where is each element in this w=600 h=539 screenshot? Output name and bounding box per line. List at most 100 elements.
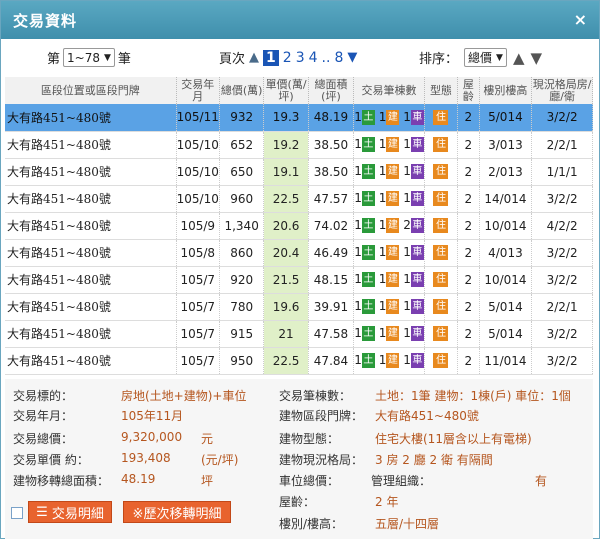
table-row[interactable]: 大有路451~480號 105/7 915 21 47.58 1 土 1建 1 車住 2 5/01… <box>5 320 593 348</box>
cell-type: 住 <box>424 239 459 267</box>
cell-floor: 5/014 <box>479 104 533 132</box>
page-1[interactable]: 1 <box>263 49 279 66</box>
table-row[interactable]: 大有路451~480號 105/10 652 19.2 38.50 1 土 1建 1車住23… <box>5 131 593 159</box>
window-title: 交易資料 <box>13 11 78 30</box>
building-badge: 建 <box>386 299 400 314</box>
table-row[interactable]: 大有路451~480號 105/10 960 22.5 47.57 1 土 1建 1車住21… <box>5 185 593 213</box>
cell-total-area: 48.15 <box>308 266 355 294</box>
sort-select[interactable]: 總價 ▼ <box>464 48 507 67</box>
page-8[interactable]: 8 <box>334 50 343 66</box>
cell-type: 住 <box>424 347 459 375</box>
cell-type: 住 <box>424 293 459 321</box>
cell-year-month: 105/10 <box>176 158 220 186</box>
history-transfer-button[interactable]: ※歷次移轉明細 <box>123 501 231 523</box>
cell-unit-price: 20.4 <box>263 239 309 267</box>
car-count: 1 <box>403 164 411 178</box>
page-2[interactable]: 2 <box>283 50 292 66</box>
close-icon[interactable]: × <box>574 10 587 29</box>
cell-layout: 3/2/2 <box>531 104 593 132</box>
cell-year-month: 105/7 <box>176 320 220 348</box>
col-count[interactable]: 交易筆棟數 <box>353 77 425 104</box>
addr-value: 大有路451~480號 <box>375 409 479 423</box>
table-row[interactable]: 大有路451~480號 105/10 650 19.1 38.50 1 土 1建 1車住22… <box>5 158 593 186</box>
car-badge: 車 <box>410 109 424 125</box>
table-row[interactable]: 大有路451~480號 105/8 860 20.4 46.49 1 土 1建 1 車住 2 4/… <box>5 239 593 267</box>
residential-badge: 住 <box>433 218 449 233</box>
sort-asc-icon[interactable]: ▲ <box>513 49 525 67</box>
building-badge: 建 <box>386 164 400 179</box>
cell-type: 住 <box>424 185 459 213</box>
cell-age: 2 <box>457 185 480 213</box>
cell-age: 2 <box>457 131 480 159</box>
land-count: 1 <box>354 137 362 151</box>
cell-layout: 2/2/1 <box>531 293 593 321</box>
age-label: 屋齡： <box>279 495 316 509</box>
car-count: 1 <box>403 191 411 205</box>
cell-total-price: 652 <box>219 131 265 159</box>
chevron-down-icon: ▼ <box>103 52 111 63</box>
car-count: 2 <box>403 218 411 232</box>
car-count: 1 <box>403 299 411 313</box>
cell-total-area: 39.91 <box>308 293 355 321</box>
layout-value: 3 房 2 廳 2 衛 有隔間 <box>375 453 493 467</box>
col-year-month[interactable]: 交易年月 <box>176 77 220 104</box>
age-value: 2 年 <box>375 495 399 509</box>
land-count: 1 <box>354 326 362 340</box>
col-age[interactable]: 屋齡 <box>457 77 480 104</box>
table-row[interactable]: 大有路451~480號 105/11 932 19.3 48.19 1 土 1建 1車住25… <box>5 104 593 132</box>
table-row[interactable]: 大有路451~480號 105/9 1,340 20.6 74.02 1 土 1建 2車住2… <box>5 212 593 240</box>
cell-total-area: 74.02 <box>308 212 355 240</box>
land-count: 1 <box>354 272 362 286</box>
building-count: 1 <box>378 191 387 205</box>
residential-badge: 住 <box>433 191 449 206</box>
type-label: 建物型態： <box>279 432 340 446</box>
col-layout[interactable]: 現況格局房/廳/衛 <box>531 77 593 104</box>
count-value: 土地：1筆 建物：1棟(戶) 車位：1個 <box>375 389 571 403</box>
land-badge: 土 <box>361 137 375 152</box>
col-unit-price[interactable]: 單價(萬/坪) <box>263 77 309 104</box>
building-count: 1 <box>378 326 387 340</box>
page-3[interactable]: 3 <box>296 50 305 66</box>
cell-count: 1土 1建 1車 <box>353 347 425 375</box>
table-row[interactable]: 大有路451~480號 105/7 780 19.6 39.91 1 土 1建 1 車住 2 5/… <box>5 293 593 321</box>
next-page-icon[interactable]: ▼ <box>347 50 357 65</box>
cell-age: 2 <box>457 158 480 186</box>
col-total-price[interactable]: 總價(萬) <box>219 77 265 104</box>
cell-age: 2 <box>457 239 480 267</box>
cell-count: 1土 1建 1車 <box>353 293 425 321</box>
floor-label: 樓別/樓高： <box>279 517 344 531</box>
sort-desc-icon[interactable]: ▼ <box>531 49 543 67</box>
prev-page-icon[interactable]: ▲ <box>249 50 259 65</box>
cell-unit-price: 19.6 <box>263 293 309 321</box>
detail-checkbox[interactable] <box>11 507 23 519</box>
cell-age: 2 <box>457 347 480 375</box>
col-address[interactable]: 區段位置或區段門牌 <box>5 77 177 104</box>
col-total-area[interactable]: 總面積(坪) <box>308 77 355 104</box>
cell-address: 大有路451~480號 <box>5 185 177 213</box>
cell-floor: 14/014 <box>479 185 533 213</box>
transaction-table: 區段位置或區段門牌 交易年月 總價(萬) 單價(萬/坪) 總面積(坪) 交易筆棟… <box>5 77 593 375</box>
cell-year-month: 105/11 <box>176 104 220 132</box>
building-count: 1 <box>378 299 387 313</box>
cell-floor: 5/014 <box>479 293 533 321</box>
page-4[interactable]: 4 <box>309 50 318 66</box>
cell-unit-price: 19.3 <box>263 104 309 132</box>
land-badge: 土 <box>361 272 375 287</box>
cell-year-month: 105/8 <box>176 239 220 267</box>
car-label: 車位總價： <box>279 474 340 488</box>
cell-age: 2 <box>457 104 480 132</box>
transaction-detail-button[interactable]: ☰ 交易明細 <box>28 501 112 523</box>
col-type[interactable]: 型態 <box>424 77 459 104</box>
mgmt-value: 有 <box>535 474 548 488</box>
table-row[interactable]: 大有路451~480號 105/7 920 21.5 48.15 1 土 1建 1 車住 2 10… <box>5 266 593 294</box>
residential-badge: 住 <box>433 299 449 314</box>
cell-layout: 4/2/2 <box>531 212 593 240</box>
list-icon: ☰ <box>36 504 48 520</box>
record-range-select[interactable]: 1~78 ▼ <box>63 48 115 67</box>
col-floor[interactable]: 樓別樓高 <box>479 77 533 104</box>
cell-address: 大有路451~480號 <box>5 320 177 348</box>
land-badge: 土 <box>361 164 375 179</box>
cell-count: 1土 1建 1車 <box>353 320 425 348</box>
table-row[interactable]: 大有路451~480號 105/7 950 22.5 47.84 1 土 1建 1 車住 2 11… <box>5 347 593 375</box>
cell-floor: 5/014 <box>479 320 533 348</box>
